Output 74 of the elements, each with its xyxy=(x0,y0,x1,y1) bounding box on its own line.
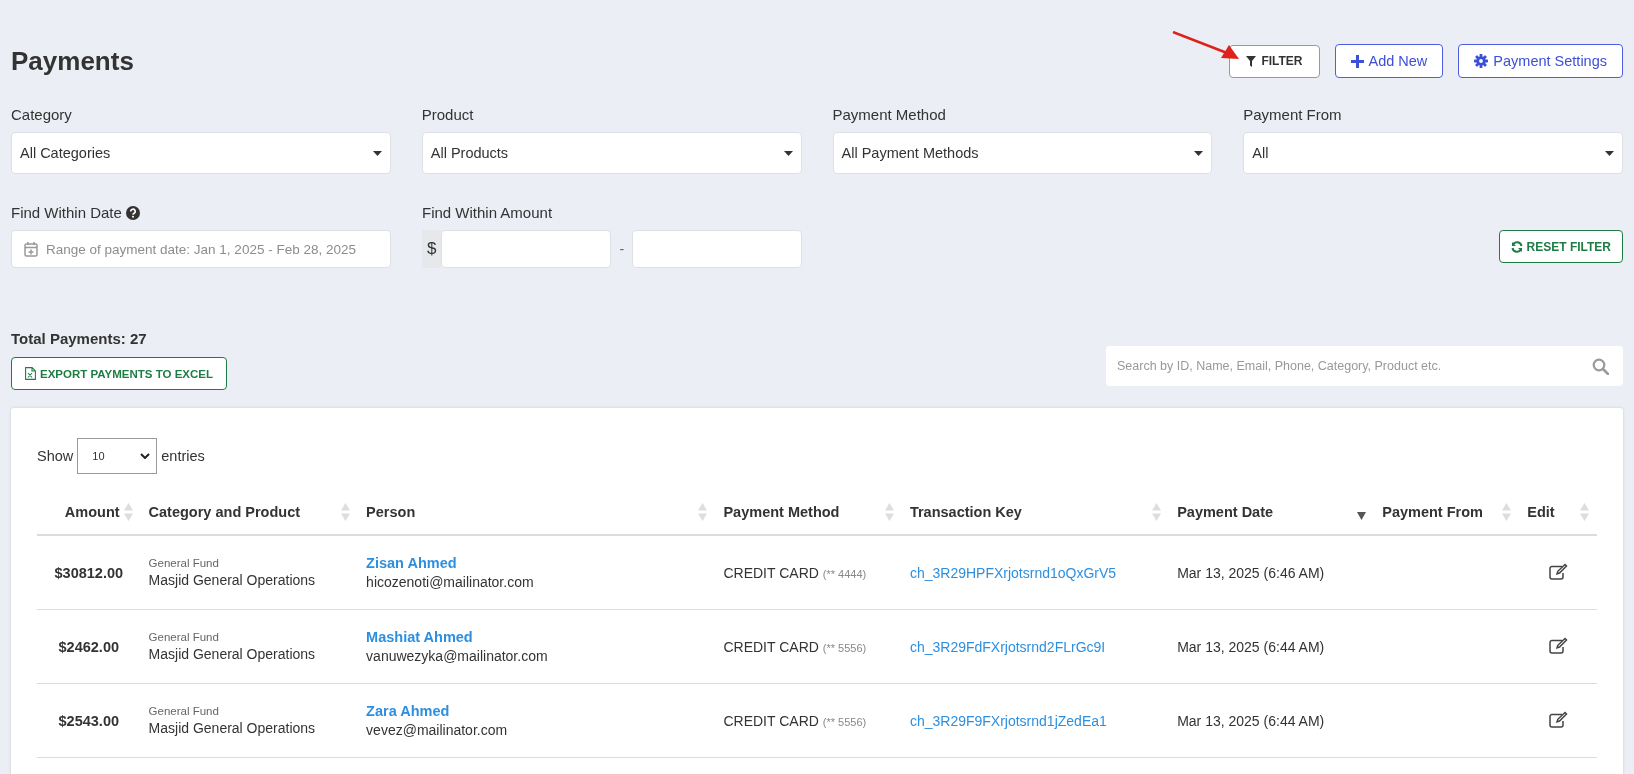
column-header[interactable]: Payment From xyxy=(1382,504,1483,520)
gear-icon xyxy=(1474,54,1489,68)
payment-method-text: CREDIT CARD xyxy=(723,564,819,581)
card-digits-text: (** 5556) xyxy=(822,641,867,654)
filter-label: Product xyxy=(421,106,475,123)
caret-icon xyxy=(1605,150,1614,156)
email-text: hicozenoti@mailinator.com xyxy=(366,574,535,590)
filter-button[interactable]: FILTER xyxy=(1229,44,1320,78)
edit-icon[interactable] xyxy=(1548,636,1568,654)
min-amount-field[interactable] xyxy=(441,230,612,268)
export-excel-button[interactable]: EXPORT PAYMENTS TO EXCEL xyxy=(11,357,227,390)
product-text: Masjid General Operations xyxy=(148,646,317,662)
filter-label: Payment From xyxy=(1243,106,1343,123)
add-new-button[interactable]: Add New xyxy=(1334,44,1444,78)
chevron-down-icon xyxy=(140,453,151,459)
category-text: General Fund xyxy=(148,557,220,569)
filter-dropdown[interactable]: All Products xyxy=(421,132,802,174)
search-icon xyxy=(1592,357,1609,375)
category-text: General Fund xyxy=(148,631,220,643)
plus-icon xyxy=(1350,54,1364,68)
entries-label: entries xyxy=(161,448,205,464)
amount-cell: $2462.00 xyxy=(58,638,120,655)
column-header[interactable]: Transaction Key xyxy=(909,504,1022,520)
edit-icon[interactable] xyxy=(1548,562,1568,580)
column-header[interactable]: Edit xyxy=(1527,504,1555,520)
card-digits-text: (** 5556) xyxy=(822,715,867,728)
amount-cell: $30812.00 xyxy=(54,564,124,581)
email-text: vevez@mailinator.com xyxy=(366,722,509,738)
arrow-annotation xyxy=(1172,31,1240,61)
payment-method-text: CREDIT CARD xyxy=(723,712,819,729)
transaction-key-link[interactable]: ch_3R29HPFXrjotsrnd1oQxGrV5 xyxy=(909,564,1117,581)
caret-icon xyxy=(1194,150,1204,156)
total-payments: Total Payments: 27 xyxy=(11,330,148,347)
card-digits-text: (** 4444) xyxy=(822,567,867,580)
filter-icon xyxy=(1246,55,1257,67)
max-amount-field[interactable] xyxy=(632,230,803,268)
filter-dropdown[interactable]: All Payment Methods xyxy=(832,132,1213,174)
product-text: Masjid General Operations xyxy=(148,720,317,736)
edit-icon[interactable] xyxy=(1548,710,1568,728)
payment-date-cell: Mar 13, 2025 (6:44 AM) xyxy=(1177,638,1325,655)
help-icon xyxy=(125,205,140,220)
payment-date-cell: Mar 13, 2025 (6:44 AM) xyxy=(1177,712,1325,729)
product-text: Masjid General Operations xyxy=(148,572,317,588)
page-size-dropdown[interactable]: 10 xyxy=(77,438,158,474)
caret-icon xyxy=(372,150,382,156)
payment-method-text: CREDIT CARD xyxy=(723,638,819,655)
show-label: Show xyxy=(37,448,74,464)
settings-button[interactable]: Payment Settings xyxy=(1458,44,1623,78)
filter-label: Find Within Amount xyxy=(422,204,554,221)
filter-dropdown[interactable]: All xyxy=(1243,132,1623,174)
column-header[interactable]: Amount xyxy=(64,504,120,520)
reset-filter-button[interactable]: RESET FILTER xyxy=(1498,230,1623,263)
page-title: Payments xyxy=(11,45,134,77)
filter-dropdown[interactable]: All Categories xyxy=(11,132,391,174)
transaction-key-link[interactable]: ch_3R29FdFXrjotsrnd2FLrGc9I xyxy=(909,638,1106,655)
column-header[interactable]: Person xyxy=(366,504,416,520)
filter-label: Payment Method xyxy=(832,106,947,123)
currency-sign: $ xyxy=(422,230,442,268)
category-text: General Fund xyxy=(148,705,220,717)
column-header[interactable]: Payment Date xyxy=(1177,504,1274,520)
payment-date-cell: Mar 13, 2025 (6:46 AM) xyxy=(1177,564,1325,581)
filter-label: Category xyxy=(11,106,73,123)
range-separator: - xyxy=(618,241,626,257)
column-header[interactable]: Category and Product xyxy=(148,504,301,520)
email-text: vanuwezyka@mailinator.com xyxy=(366,648,549,664)
refresh-icon xyxy=(1510,240,1523,253)
transaction-key-link[interactable]: ch_3R29F9FXrjotsrnd1jZedEa1 xyxy=(909,712,1107,729)
amount-cell: $2543.00 xyxy=(58,712,120,729)
caret-icon xyxy=(783,150,793,156)
date-range-field[interactable]: Range of payment date: Jan 1, 2025 - Feb 28, 2025 xyxy=(11,230,391,268)
column-header[interactable]: Payment Method xyxy=(723,504,840,520)
filter-label: Find Within Date xyxy=(11,204,122,221)
excel-file-icon xyxy=(25,367,36,380)
calendar-icon xyxy=(24,241,38,257)
